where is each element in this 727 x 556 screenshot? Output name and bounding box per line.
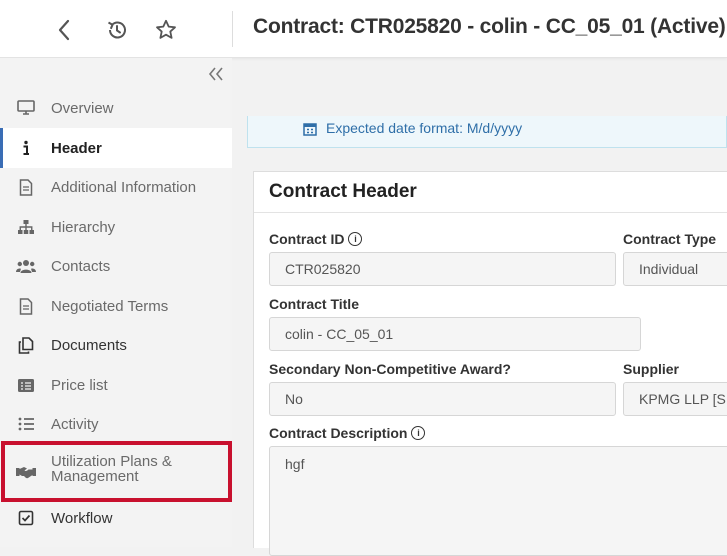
sidebar-item-additional-information[interactable]: Additional Information [0,167,232,207]
document-icon [16,296,36,316]
contract-title-label: Contract Title [269,296,359,312]
sidebar-item-negotiated-terms[interactable]: Negotiated Terms [0,286,232,326]
contract-type-field[interactable]: Individual [623,252,727,286]
documents-icon [16,335,36,355]
contract-type-label: Contract Type [623,231,717,247]
list-icon [16,414,36,434]
sidebar-item-label: Additional Information [51,178,197,196]
contract-header-card: Contract Header Contract ID i CTR025820 … [253,171,727,556]
card-divider [254,212,727,213]
sidebar-item-label: Price list [51,376,108,394]
contract-description-label: Contract Description i [269,425,426,441]
sidebar-item-label: Header [51,139,102,157]
secondary-award-label: Secondary Non-Competitive Award? [269,361,511,377]
sidebar-item-label: Documents [51,336,127,354]
sidebar-item-documents[interactable]: Documents [0,325,232,365]
document-icon [16,177,36,197]
favorite-button[interactable] [152,16,180,44]
sidebar-item-contacts[interactable]: Contacts [0,246,232,286]
sidebar-item-label: Hierarchy [51,218,116,236]
highlight-box [1,441,232,502]
back-button[interactable] [50,16,78,44]
supplier-field[interactable]: KPMG LLP [S [623,382,727,416]
sidebar-item-overview[interactable]: Overview [0,88,232,128]
supplier-label: Supplier [623,361,680,377]
sidebar-item-price-list[interactable]: Price list [0,365,232,405]
calendar-icon [303,122,317,141]
hierarchy-icon [16,217,36,237]
history-icon [108,21,126,39]
sidebar-item-header[interactable]: Header [0,128,232,168]
history-button[interactable] [103,16,131,44]
chevron-left-icon [58,19,70,41]
page-title: Contract: CTR025820 - colin - CC_05_01 (… [253,15,726,38]
sidebar-item-hierarchy[interactable]: Hierarchy [0,207,232,247]
top-bar: Contract: CTR025820 - colin - CC_05_01 (… [0,0,727,58]
sidebar-item-label: Workflow [51,509,113,527]
info-icon[interactable]: i [348,232,363,246]
contract-description-label-text: Contract Description [269,425,408,441]
contract-id-label-text: Contract ID [269,231,345,247]
contract-id-label: Contract ID i [269,231,363,247]
double-chevron-left-icon [208,67,223,81]
monitor-icon [16,98,36,118]
contract-id-field[interactable]: CTR025820 [269,252,616,286]
contract-title-field[interactable]: colin - CC_05_01 [269,317,641,351]
date-format-banner: Expected date format: M/d/yyyy [247,116,727,148]
info-icon [16,138,36,158]
sidebar-item-label: Negotiated Terms [51,297,169,315]
star-icon [156,19,176,39]
sidebar-item-label: Activity [51,415,99,433]
contract-description-textarea[interactable]: hgf [269,446,727,556]
sidebar-item-label: Contacts [51,257,111,275]
collapse-sidebar-button[interactable] [206,64,226,84]
card-title: Contract Header [269,181,417,202]
banner-text: Expected date format: M/d/yyyy [326,120,523,136]
secondary-award-select[interactable]: No [269,382,616,416]
checkbox-icon [16,508,36,528]
sidebar-item-workflow[interactable]: Workflow [0,498,232,538]
sidebar-item-activity[interactable]: Activity [0,404,232,444]
info-icon[interactable]: i [411,426,426,440]
toolbar-divider [232,11,233,47]
price-list-icon [16,375,36,395]
sidebar-item-label: Overview [51,99,114,117]
contacts-icon [16,256,36,276]
